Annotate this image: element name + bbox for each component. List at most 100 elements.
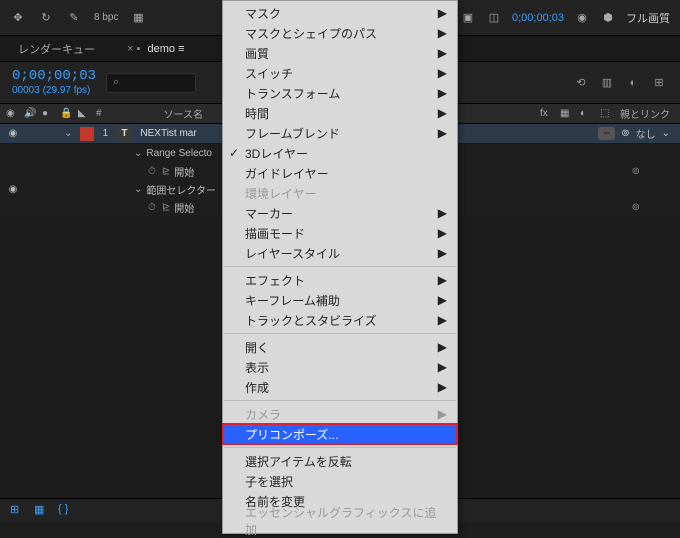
check-icon: ✓ (229, 146, 239, 160)
visibility-toggle-icon[interactable]: ◉ (6, 184, 20, 195)
submenu-arrow-icon: ▶ (438, 26, 447, 40)
parent-dropdown[interactable]: なし (636, 126, 656, 141)
parent-pickwhip-icon[interactable]: ⊚ (621, 128, 629, 139)
submenu-arrow-icon: ▶ (438, 6, 447, 20)
menu-create[interactable]: 作成▶ (223, 377, 457, 397)
menu-separator (224, 400, 456, 401)
menu-mask-shape-path[interactable]: マスクとシェイプのパス▶ (223, 23, 457, 43)
menu-separator (224, 447, 456, 448)
submenu-arrow-icon: ▶ (438, 380, 447, 394)
motion-blur-toggle-icon[interactable]: ◐ (624, 74, 642, 92)
menu-separator (224, 266, 456, 267)
tab-render-queue[interactable]: レンダーキュー (10, 37, 103, 61)
submenu-arrow-icon: ▶ (438, 126, 447, 140)
menu-open[interactable]: 開く▶ (223, 337, 457, 357)
menu-invert-selection[interactable]: 選択アイテムを反転 (223, 451, 457, 471)
submenu-arrow-icon: ▶ (438, 273, 447, 287)
menu-effect[interactable]: エフェクト▶ (223, 270, 457, 290)
menu-marker[interactable]: マーカー▶ (223, 203, 457, 223)
cube-header-icon: ⬚ (600, 108, 612, 120)
menu-switch[interactable]: スイッチ▶ (223, 63, 457, 83)
menu-quality[interactable]: 画質▶ (223, 43, 457, 63)
solo-header-icon: ● (42, 108, 54, 120)
prop-label: 開始 (174, 200, 194, 215)
toggle-switches-icon[interactable]: ⊞ (10, 503, 26, 519)
frame-fps: 00003 (29.97 fps) (12, 85, 96, 96)
link-icon[interactable]: ⊚ (632, 166, 640, 177)
layer-context-menu: マスク▶ マスクとシェイプのパス▶ 画質▶ スイッチ▶ トランスフォーム▶ 時間… (222, 0, 458, 534)
tab-demo[interactable]: × ▪ demo ≡ (115, 39, 192, 59)
stopwatch-icon[interactable]: ⏱ (148, 202, 156, 213)
submenu-arrow-icon: ▶ (438, 226, 447, 240)
toggle-brackets-icon[interactable]: { } (58, 503, 74, 519)
frame-blend-toggle-icon[interactable]: ▥ (598, 74, 616, 92)
menu-paint-mode[interactable]: 描画モード▶ (223, 223, 457, 243)
twirl-down-icon[interactable]: ⌄ (64, 128, 72, 139)
menu-precompose[interactable]: プリコンポーズ... (223, 424, 457, 444)
timecode-block[interactable]: 0;00;00;03 00003 (29.97 fps) (12, 69, 96, 95)
mode-header-icon: ◐ (580, 108, 592, 120)
keyframe-nav-icon[interactable]: ⊵ (162, 166, 170, 177)
lock-header-icon: 🔒 (60, 108, 72, 120)
shy-layers-icon[interactable]: ⟲ (572, 74, 590, 92)
layer-name[interactable]: NEXTist mar (140, 128, 196, 139)
submenu-arrow-icon: ▶ (438, 86, 447, 100)
parent-link-header[interactable]: 親とリンク (620, 106, 670, 121)
menu-frame-blend[interactable]: フレームブレンド▶ (223, 123, 457, 143)
submenu-arrow-icon: ▶ (438, 360, 447, 374)
graph-editor-icon[interactable]: ⊞ (650, 74, 668, 92)
keyframe-nav-icon[interactable]: ⊵ (162, 202, 170, 213)
twirl-down-icon[interactable]: ⌄ (134, 184, 142, 195)
submenu-arrow-icon: ▶ (438, 313, 447, 327)
tab-label: demo (147, 43, 175, 55)
quality-dropdown[interactable]: フル画質 (626, 10, 670, 26)
bit-depth-label[interactable]: 8 bpc (94, 12, 118, 23)
menu-mask[interactable]: マスク▶ (223, 3, 457, 23)
preview-timecode[interactable]: 0;00;00;03 (512, 12, 564, 24)
submenu-arrow-icon: ▶ (438, 66, 447, 80)
chevron-down-icon[interactable]: ⌄ (662, 128, 670, 139)
color-settings-icon[interactable]: ⬢ (600, 10, 616, 26)
crop-icon[interactable]: ▣ (460, 10, 476, 26)
visibility-toggle-icon[interactable]: ◉ (6, 128, 20, 139)
menu-guide-layer[interactable]: ガイドレイヤー (223, 163, 457, 183)
label-header-icon: ◣ (78, 108, 90, 120)
menu-track-stabilize[interactable]: トラックとスタビライズ▶ (223, 310, 457, 330)
fx-header-icon: fx (540, 108, 552, 120)
snapshot-icon[interactable]: ◉ (574, 10, 590, 26)
menu-essential-graphics: エッセンシャルグラフィックスに追加 (223, 511, 457, 531)
hand-tool-icon[interactable]: ✥ (10, 10, 26, 26)
mode-dropdown[interactable]: ━ (598, 127, 615, 140)
toggle-modes-icon[interactable]: ▦ (34, 503, 50, 519)
folder-icon[interactable]: ▦ (130, 10, 146, 26)
pan-behind-icon[interactable]: ✎ (66, 10, 82, 26)
mask-icon[interactable]: ◫ (486, 10, 502, 26)
label-color-swatch[interactable] (80, 127, 94, 141)
menu-time[interactable]: 時間▶ (223, 103, 457, 123)
submenu-arrow-icon: ▶ (438, 46, 447, 60)
layer-index: 1 (98, 128, 112, 139)
tab-menu-icon[interactable]: ≡ (178, 43, 184, 55)
submenu-arrow-icon: ▶ (438, 106, 447, 120)
menu-separator (224, 333, 456, 334)
menu-layer-style[interactable]: レイヤースタイル▶ (223, 243, 457, 263)
menu-3d-layer[interactable]: ✓3Dレイヤー (223, 143, 457, 163)
prop-label: 範囲セレクター (146, 182, 216, 197)
menu-kf-assist[interactable]: キーフレーム補助▶ (223, 290, 457, 310)
menu-select-children[interactable]: 子を選択 (223, 471, 457, 491)
twirl-down-icon[interactable]: ⌄ (134, 148, 142, 159)
composition-icon: ▪ (137, 43, 141, 55)
index-header: # (96, 108, 102, 119)
current-timecode: 0;00;00;03 (12, 69, 96, 84)
rotate-tool-icon[interactable]: ↻ (38, 10, 54, 26)
link-icon[interactable]: ⊚ (632, 202, 640, 213)
audio-header-icon: 🔊 (24, 108, 36, 120)
layer-search-input[interactable]: ⌕ (106, 73, 196, 93)
menu-view[interactable]: 表示▶ (223, 357, 457, 377)
tab-close-icon[interactable]: × (127, 43, 133, 55)
prop-label: Range Selecto (146, 148, 212, 159)
menu-transform[interactable]: トランスフォーム▶ (223, 83, 457, 103)
source-name-header[interactable]: ソース名 (164, 106, 204, 121)
search-icon: ⌕ (113, 76, 119, 89)
stopwatch-icon[interactable]: ⏱ (148, 166, 156, 177)
